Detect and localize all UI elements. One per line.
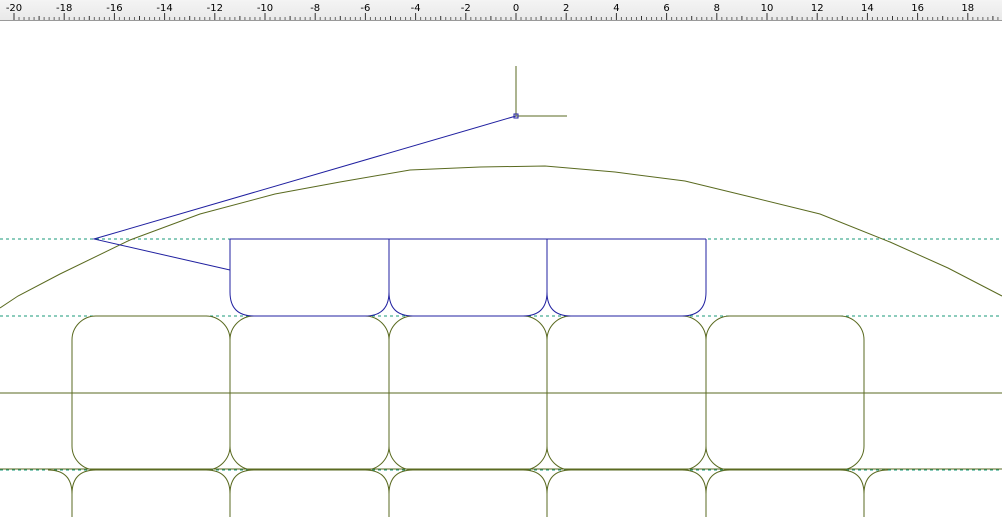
horizontal-ruler[interactable]: -20 -18 -16 -14 -12 -10 -8 -6 -4 -2 0 2 4 6 8 10 12 14 16 1…: [0, 0, 1002, 21]
ruler-tick-label: 16: [911, 3, 924, 14]
ruler-tick-label: 2: [563, 3, 569, 14]
cell-corner: [839, 469, 865, 517]
ruler-tick-label: -18: [56, 3, 72, 14]
selected-polyline: [92, 115, 517, 271]
ruler-tick-label: -12: [207, 3, 223, 14]
ruler-scale: -20 -18 -16 -14 -12 -10 -8 -6 -4 -2 0 2 4 6 8 10 12 14 16 1…: [6, 3, 999, 20]
cell-corner: [229, 469, 255, 517]
ruler-tick-label: 8: [714, 3, 720, 14]
drawing-canvas[interactable]: [0, 21, 1002, 517]
ruler-tick-label: 18: [961, 3, 974, 14]
selected-entities[interactable]: [92, 115, 707, 317]
ruler-tick-label: -6: [360, 3, 370, 14]
ruler-tick-label: -8: [310, 3, 320, 14]
ruler-tick-label: -4: [411, 3, 421, 14]
cell-corner: [681, 469, 707, 517]
cell-corner: [522, 469, 548, 517]
horizontal-guides: [0, 238, 1002, 471]
cell-corner: [71, 469, 97, 517]
ruler-tick-label: -16: [106, 3, 122, 14]
ruler-tick-label: 12: [811, 3, 824, 14]
cell-corner: [364, 469, 390, 517]
cell-corner: [388, 469, 414, 517]
cad-drawing[interactable]: [0, 21, 1002, 517]
ruler-tick-label: 6: [663, 3, 669, 14]
cell-corner: [863, 469, 889, 517]
ruler-tick-label: -2: [461, 3, 471, 14]
rounded-cells-grid[interactable]: [47, 292, 889, 517]
arch-curve[interactable]: [0, 165, 1002, 309]
ruler-tick-label: -10: [257, 3, 273, 14]
cell-corner: [205, 469, 231, 517]
selected-cell: [388, 239, 548, 317]
cell-corner: [546, 469, 572, 517]
ruler-tick-label: 10: [761, 3, 774, 14]
ruler-tick-label: -14: [156, 3, 172, 14]
ruler-tick-label: 4: [613, 3, 619, 14]
cell-corner: [47, 469, 73, 495]
selected-cell: [229, 239, 390, 317]
ruler-tick-label: 14: [861, 3, 874, 14]
olive-horizontals: [0, 392, 1002, 470]
cell-corner: [705, 469, 731, 517]
origin-axes: [515, 66, 567, 117]
ruler-tick-label: -20: [6, 3, 22, 14]
selected-cell: [546, 239, 707, 317]
ruler-tick-label: 0: [513, 3, 519, 14]
